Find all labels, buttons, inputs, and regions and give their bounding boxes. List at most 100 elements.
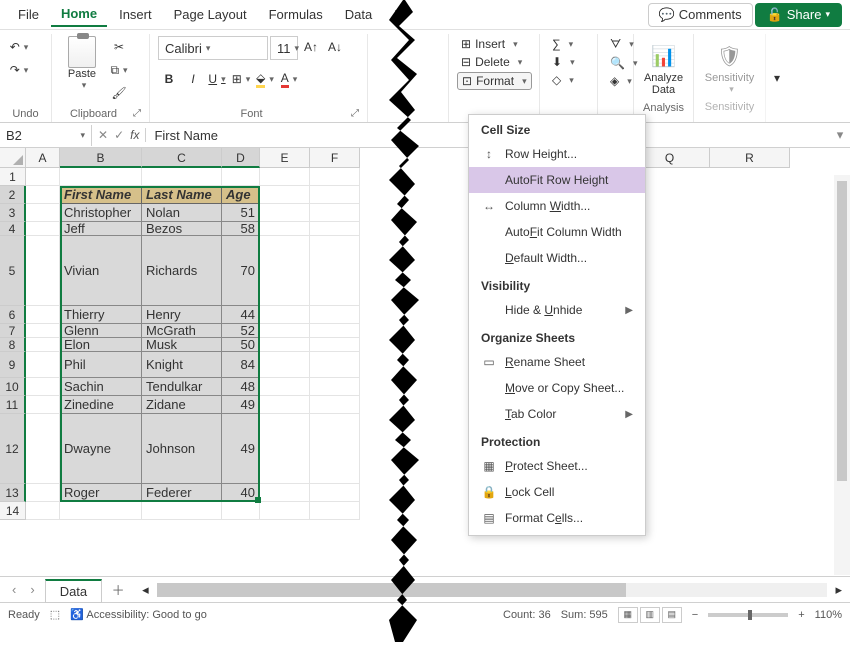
cell[interactable]: Sachin [60, 378, 142, 396]
row-header-10[interactable]: 10 [0, 378, 26, 396]
menu-home[interactable]: Home [51, 2, 107, 27]
cell[interactable] [222, 502, 260, 520]
cell[interactable] [26, 306, 60, 324]
cell[interactable] [26, 222, 60, 236]
menu-item-row-height[interactable]: ↕Row Height... [469, 141, 645, 167]
scroll-left-icon[interactable]: ◂ [142, 582, 149, 598]
cell[interactable]: 58 [222, 222, 260, 236]
cell[interactable]: Vivian [60, 236, 142, 306]
cell[interactable]: First Name [60, 186, 142, 204]
column-header-R[interactable]: R [710, 148, 790, 168]
fx-icon[interactable]: fx [130, 128, 139, 142]
sheet-tab-data[interactable]: Data [45, 579, 102, 603]
cell[interactable] [26, 502, 60, 520]
cell[interactable]: Christopher [60, 204, 142, 222]
italic-button[interactable]: I [182, 68, 204, 90]
cell[interactable]: 49 [222, 396, 260, 414]
menu-item-autofit-column-width[interactable]: AutoFit Column Width [469, 219, 645, 245]
menu-item-rename-sheet[interactable]: ▭Rename Sheet [469, 349, 645, 375]
row-header-7[interactable]: 7 [0, 324, 26, 338]
cell[interactable]: Henry [142, 306, 222, 324]
name-box[interactable]: B2 ▾ [0, 125, 92, 146]
column-header-B[interactable]: B [60, 148, 142, 168]
cell[interactable] [260, 484, 310, 502]
cell[interactable]: 70 [222, 236, 260, 306]
cell[interactable] [260, 168, 310, 186]
menu-item-lock-cell[interactable]: 🔒Lock Cell [469, 479, 645, 505]
menu-item-tab-color[interactable]: Tab Color▶ [469, 401, 645, 427]
row-header-13[interactable]: 13 [0, 484, 26, 502]
row-header-4[interactable]: 4 [0, 222, 26, 236]
menu-item-autofit-row-height[interactable]: AutoFit Row Height [469, 167, 645, 193]
cell[interactable]: Zidane [142, 396, 222, 414]
cell[interactable]: Nolan [142, 204, 222, 222]
cell[interactable] [142, 168, 222, 186]
zoom-out-button[interactable]: − [692, 609, 698, 621]
cell[interactable] [260, 352, 310, 378]
cell[interactable] [222, 168, 260, 186]
borders-button[interactable]: ⊞▾ [230, 68, 252, 90]
share-button[interactable]: 🔓 Share ▾ [755, 3, 842, 27]
column-header-C[interactable]: C [142, 148, 222, 168]
cell[interactable]: Age [222, 186, 260, 204]
cell[interactable] [310, 222, 360, 236]
font-launcher[interactable]: ⤢ [351, 108, 359, 119]
cancel-formula-icon[interactable]: ✕ [98, 128, 108, 142]
cell[interactable]: Federer [142, 484, 222, 502]
column-header-E[interactable]: E [260, 148, 310, 168]
menu-item-move-or-copy-sheet[interactable]: Move or Copy Sheet... [469, 375, 645, 401]
cell[interactable] [26, 414, 60, 484]
clear-format-button[interactable]: ◈▾ [606, 73, 636, 89]
font-color-button[interactable]: A▾ [278, 68, 300, 90]
cell[interactable] [260, 204, 310, 222]
zoom-in-button[interactable]: + [798, 609, 804, 621]
cell[interactable]: Johnson [142, 414, 222, 484]
row-header-2[interactable]: 2 [0, 186, 26, 204]
copy-button[interactable]: ⧉▾ [108, 59, 130, 81]
cell[interactable] [310, 502, 360, 520]
cut-button[interactable]: ✂ [108, 36, 130, 58]
format-cells-button[interactable]: ⊡Format▾ [457, 72, 532, 90]
menu-insert[interactable]: Insert [109, 3, 162, 26]
horizontal-scrollbar[interactable]: ◂ ▸ [134, 582, 850, 598]
cell[interactable] [310, 414, 360, 484]
cell[interactable] [26, 484, 60, 502]
cell[interactable]: 51 [222, 204, 260, 222]
fill-color-button[interactable]: ⬙▾ [254, 68, 276, 90]
redo-button[interactable]: ↷▾ [8, 59, 30, 81]
cell[interactable] [60, 502, 142, 520]
cell[interactable] [60, 168, 142, 186]
cell[interactable] [260, 502, 310, 520]
cell[interactable] [142, 502, 222, 520]
autosum-button[interactable]: ∑▾ [548, 36, 577, 52]
menu-item-protect-sheet[interactable]: ▦Protect Sheet... [469, 453, 645, 479]
cell[interactable] [310, 484, 360, 502]
increase-font-button[interactable]: A↑ [300, 36, 322, 58]
undo-button[interactable]: ↶▾ [8, 36, 30, 58]
cell[interactable]: 52 [222, 324, 260, 338]
menu-review-cut[interactable]: R [384, 3, 413, 26]
column-header-F[interactable]: F [310, 148, 360, 168]
row-header-1[interactable]: 1 [0, 168, 26, 186]
underline-button[interactable]: U▾ [206, 68, 228, 90]
font-name-select[interactable]: Calibri▾ [158, 36, 268, 60]
menu-data[interactable]: Data [335, 3, 382, 26]
sheet-nav-next[interactable]: › [26, 582, 38, 597]
row-header-9[interactable]: 9 [0, 352, 26, 378]
menu-item-format-cells[interactable]: ▤Format Cells... [469, 505, 645, 531]
row-header-12[interactable]: 12 [0, 414, 26, 484]
cell[interactable] [260, 306, 310, 324]
insert-cells-button[interactable]: ⊞Insert▾ [457, 36, 522, 52]
comments-button[interactable]: 💬 Comments [648, 3, 753, 27]
cell[interactable]: McGrath [142, 324, 222, 338]
cell[interactable]: Phil [60, 352, 142, 378]
cell[interactable] [26, 236, 60, 306]
cell[interactable]: 49 [222, 414, 260, 484]
column-header-A[interactable]: A [26, 148, 60, 168]
scroll-right-icon[interactable]: ▸ [835, 582, 842, 598]
view-normal-button[interactable]: ▦ [618, 607, 638, 623]
macro-record-icon[interactable]: ⬚ [50, 608, 60, 621]
format-painter-button[interactable]: 🖌 [108, 82, 130, 104]
cell[interactable] [310, 324, 360, 338]
row-header-8[interactable]: 8 [0, 338, 26, 352]
